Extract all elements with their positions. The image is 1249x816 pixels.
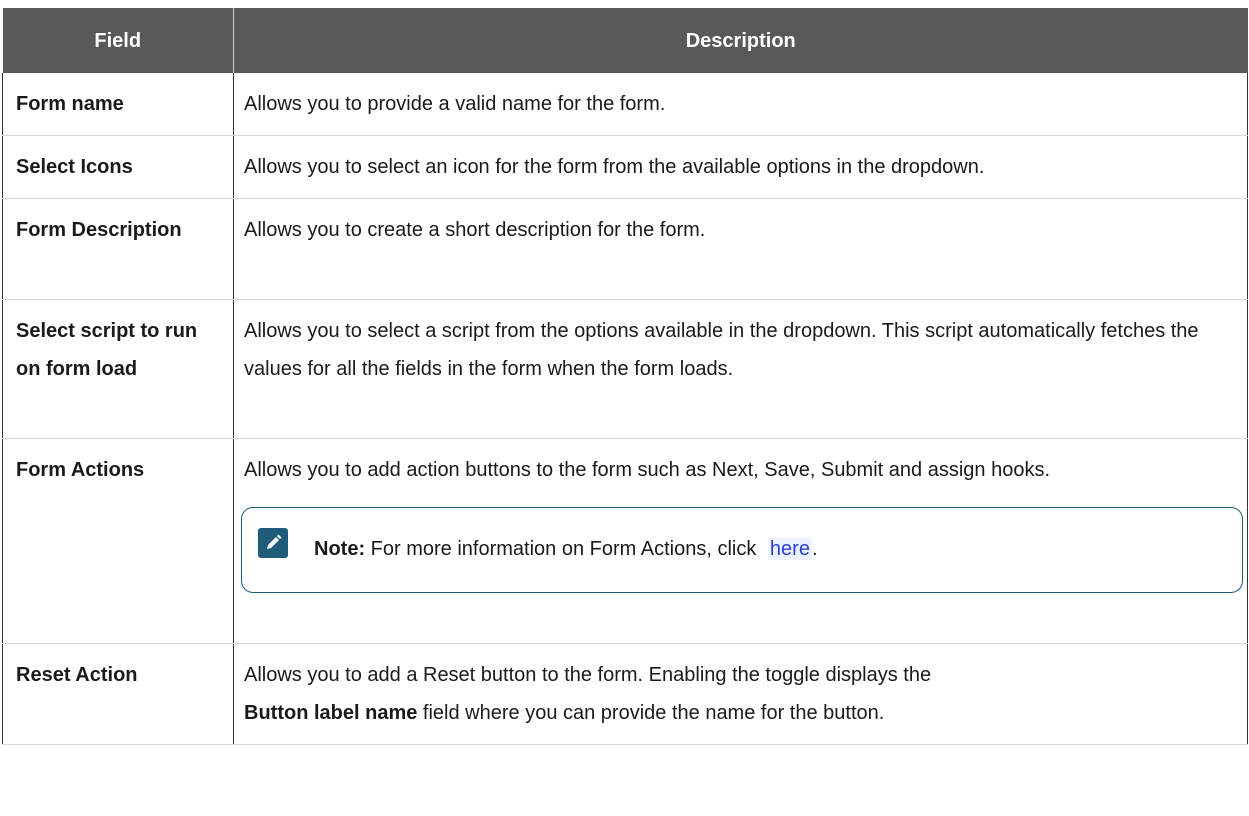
description-cell: Allows you to create a short description… bbox=[233, 198, 1248, 300]
table-row: Select Icons Allows you to select an ico… bbox=[2, 135, 1248, 199]
note-callout: Note: For more information on Form Actio… bbox=[241, 507, 1243, 593]
description-cell: Allows you to add action buttons to the … bbox=[233, 438, 1248, 644]
here-link[interactable]: here bbox=[767, 538, 812, 560]
description-text-part2: field where you can provide the name for… bbox=[422, 702, 885, 724]
pencil-note-icon bbox=[258, 528, 288, 558]
description-bold-term: Button label name bbox=[244, 702, 418, 724]
fields-table: Field Description Form name Allows you t… bbox=[2, 8, 1248, 745]
note-trailing: . bbox=[811, 538, 818, 560]
field-name-cell: Form name bbox=[2, 73, 234, 136]
description-cell: Allows you to add a Reset button to the … bbox=[233, 643, 1248, 745]
description-cell: Allows you to select a script from the o… bbox=[233, 299, 1248, 439]
table-row: Form name Allows you to provide a valid … bbox=[2, 73, 1248, 136]
description-text-part1: Allows you to add a Reset button to the … bbox=[244, 664, 932, 686]
column-header-field: Field bbox=[2, 8, 234, 73]
field-name-cell: Reset Action bbox=[2, 643, 234, 745]
note-text: Note: For more information on Form Actio… bbox=[314, 530, 818, 568]
field-name-cell: Select Icons bbox=[2, 135, 234, 199]
description-cell: Allows you to select an icon for the for… bbox=[233, 135, 1248, 199]
field-name-cell: Form Actions bbox=[2, 438, 234, 644]
description-text: Allows you to add action buttons to the … bbox=[244, 459, 1050, 481]
table-row: Reset Action Allows you to add a Reset b… bbox=[2, 643, 1248, 745]
note-label: Note: bbox=[314, 538, 366, 560]
table-row: Form Description Allows you to create a … bbox=[2, 198, 1248, 300]
table-row: Form Actions Allows you to add action bu… bbox=[2, 438, 1248, 644]
field-name-cell: Form Description bbox=[2, 198, 234, 300]
table-header-row: Field Description bbox=[2, 8, 1248, 73]
field-name-cell: Select script to run on form load bbox=[2, 299, 234, 439]
description-cell: Allows you to provide a valid name for t… bbox=[233, 73, 1248, 136]
note-body: For more information on Form Actions, cl… bbox=[370, 538, 757, 560]
column-header-description: Description bbox=[233, 8, 1248, 73]
table-row: Select script to run on form load Allows… bbox=[2, 299, 1248, 439]
